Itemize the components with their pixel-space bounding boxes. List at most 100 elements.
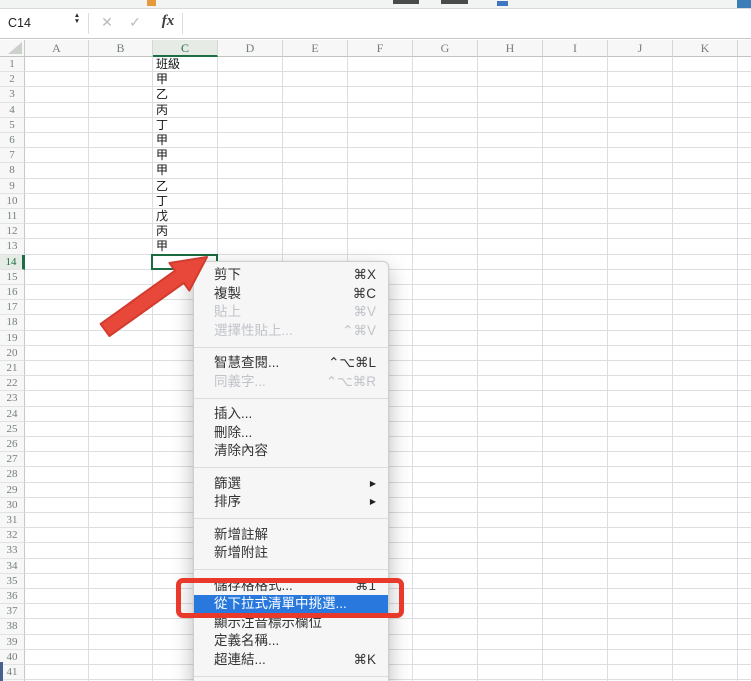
cell-H32[interactable] xyxy=(478,528,543,544)
cell-K17[interactable] xyxy=(673,300,738,316)
cell-J25[interactable] xyxy=(608,421,673,437)
cell-I8[interactable] xyxy=(543,163,608,179)
cell-X7[interactable] xyxy=(738,148,751,164)
row-header-14[interactable]: 14 xyxy=(0,254,25,270)
cell-K22[interactable] xyxy=(673,376,738,392)
cell-G29[interactable] xyxy=(413,482,478,498)
cell-K15[interactable] xyxy=(673,269,738,285)
cell-J14[interactable] xyxy=(608,254,673,270)
menu-item[interactable]: 排序 ▶ xyxy=(194,493,388,512)
cell-K9[interactable] xyxy=(673,178,738,194)
cell-I34[interactable] xyxy=(543,558,608,574)
cell-G31[interactable] xyxy=(413,513,478,529)
cell-B41[interactable] xyxy=(89,665,153,681)
cell-I5[interactable] xyxy=(543,117,608,133)
cell-H27[interactable] xyxy=(478,452,543,468)
cell-X5[interactable] xyxy=(738,118,751,133)
cell-D12[interactable] xyxy=(218,224,283,240)
cell-A26[interactable] xyxy=(25,437,89,453)
cell-J11[interactable] xyxy=(608,209,673,225)
cell-B28[interactable] xyxy=(89,467,153,483)
cell-K24[interactable] xyxy=(673,406,738,422)
cell-J27[interactable] xyxy=(608,452,673,468)
cell-H11[interactable] xyxy=(478,209,543,225)
cell-H26[interactable] xyxy=(478,437,543,453)
cell-X12[interactable] xyxy=(738,224,751,240)
cell-J37[interactable] xyxy=(608,604,673,620)
cell-E13[interactable] xyxy=(283,239,348,255)
cell-I33[interactable] xyxy=(543,543,608,559)
cell-J24[interactable] xyxy=(608,406,673,422)
cell-I26[interactable] xyxy=(543,437,608,453)
cell-G40[interactable] xyxy=(413,649,478,665)
cell-X36[interactable] xyxy=(738,589,751,605)
cell-X19[interactable] xyxy=(738,331,751,346)
cell-J5[interactable] xyxy=(608,117,673,133)
cell-C11[interactable]: 戊 xyxy=(153,209,218,225)
cell-K14[interactable] xyxy=(673,254,738,270)
cell-K16[interactable] xyxy=(673,285,738,301)
cell-E6[interactable] xyxy=(283,133,348,149)
cell-F7[interactable] xyxy=(348,148,413,164)
cell-A28[interactable] xyxy=(25,467,89,483)
column-header-J[interactable]: J xyxy=(608,40,673,57)
cell-B4[interactable] xyxy=(89,102,153,118)
cell-H1[interactable] xyxy=(478,57,543,73)
row-header-37[interactable]: 37 xyxy=(0,604,25,620)
cell-X8[interactable] xyxy=(738,163,751,179)
cell-G14[interactable] xyxy=(413,254,478,270)
cell-I20[interactable] xyxy=(543,345,608,361)
cell-K35[interactable] xyxy=(673,573,738,589)
cell-E5[interactable] xyxy=(283,117,348,133)
cell-J39[interactable] xyxy=(608,634,673,650)
cell-H16[interactable] xyxy=(478,285,543,301)
cell-J36[interactable] xyxy=(608,589,673,605)
cell-B9[interactable] xyxy=(89,178,153,194)
column-header-G[interactable]: G xyxy=(413,40,478,57)
cell-B33[interactable] xyxy=(89,543,153,559)
cell-B37[interactable] xyxy=(89,604,153,620)
cell-K23[interactable] xyxy=(673,391,738,407)
row-header-22[interactable]: 22 xyxy=(0,376,25,392)
cell-B38[interactable] xyxy=(89,619,153,635)
cell-I24[interactable] xyxy=(543,406,608,422)
cell-J34[interactable] xyxy=(608,558,673,574)
cell-G3[interactable] xyxy=(413,87,478,103)
cell-X30[interactable] xyxy=(738,498,751,513)
cell-H38[interactable] xyxy=(478,619,543,635)
cell-X38[interactable] xyxy=(738,619,751,635)
cell-B12[interactable] xyxy=(89,224,153,240)
cell-J3[interactable] xyxy=(608,87,673,103)
menu-item[interactable]: 新增附註 xyxy=(194,544,388,563)
cell-A17[interactable] xyxy=(25,300,89,316)
cell-B29[interactable] xyxy=(89,482,153,498)
cell-I16[interactable] xyxy=(543,285,608,301)
cell-H7[interactable] xyxy=(478,148,543,164)
cell-A13[interactable] xyxy=(25,239,89,255)
cell-B23[interactable] xyxy=(89,391,153,407)
row-header-13[interactable]: 13 xyxy=(0,239,25,255)
cell-I22[interactable] xyxy=(543,376,608,392)
cell-H2[interactable] xyxy=(478,72,543,88)
row-header-6[interactable]: 6 xyxy=(0,133,25,149)
cell-A21[interactable] xyxy=(25,361,89,377)
stepper-down-icon[interactable]: ▼ xyxy=(74,18,80,25)
cell-H19[interactable] xyxy=(478,330,543,346)
row-header-7[interactable]: 7 xyxy=(0,148,25,164)
cell-A41[interactable] xyxy=(25,665,89,681)
row-header-36[interactable]: 36 xyxy=(0,589,25,605)
cell-X40[interactable] xyxy=(738,650,751,665)
cell-A34[interactable] xyxy=(25,558,89,574)
cell-K30[interactable] xyxy=(673,497,738,513)
cell-B40[interactable] xyxy=(89,649,153,665)
cell-D10[interactable] xyxy=(218,193,283,209)
cell-X14[interactable] xyxy=(738,255,751,270)
cell-I36[interactable] xyxy=(543,589,608,605)
cell-C7[interactable]: 甲 xyxy=(153,148,218,164)
cell-J7[interactable] xyxy=(608,148,673,164)
cell-A1[interactable] xyxy=(25,57,89,73)
cell-K38[interactable] xyxy=(673,619,738,635)
cell-K27[interactable] xyxy=(673,452,738,468)
row-header-19[interactable]: 19 xyxy=(0,330,25,346)
cell-B3[interactable] xyxy=(89,87,153,103)
